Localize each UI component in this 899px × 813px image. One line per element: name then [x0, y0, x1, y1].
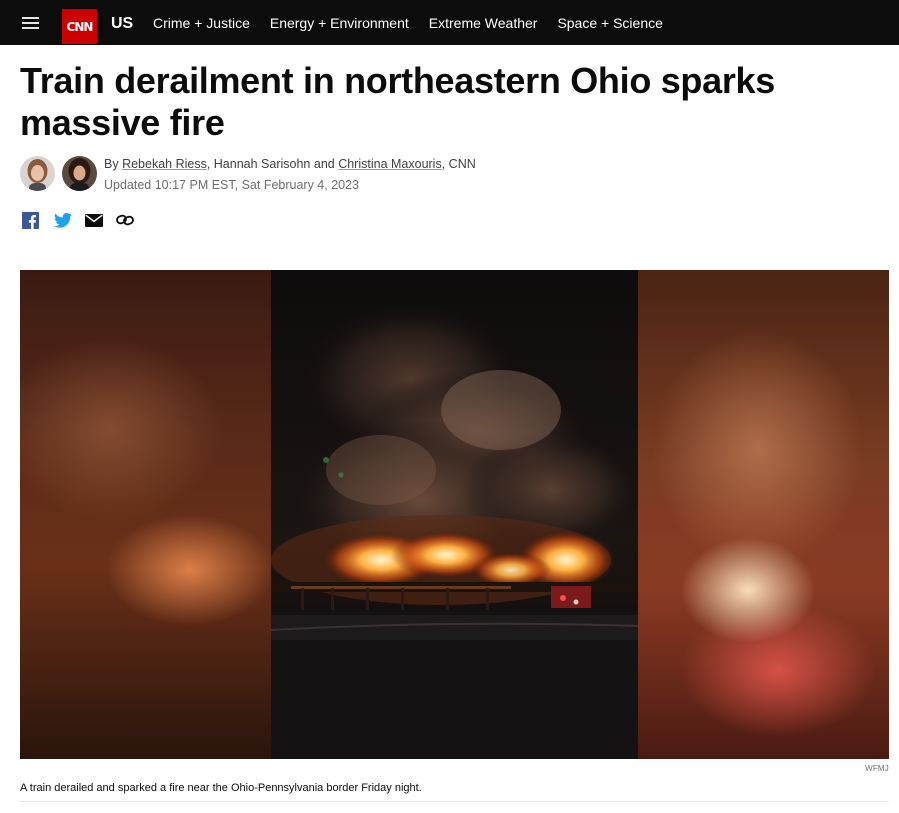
email-icon[interactable] [84, 211, 103, 229]
caption-divider [20, 801, 889, 802]
byline-prefix: By [104, 157, 123, 171]
derailment-fire-photo[interactable] [271, 270, 638, 759]
nav-item-extreme-weather[interactable]: Extreme Weather [429, 15, 538, 31]
nav-item-crime-justice[interactable]: Crime + Justice [153, 15, 250, 31]
blurred-backdrop-right [638, 270, 889, 759]
image-credit: WFMJ [865, 764, 889, 773]
author-avatar-christina-maxouris[interactable] [62, 156, 97, 191]
section-label-us[interactable]: US [111, 15, 133, 33]
link-icon[interactable] [115, 211, 134, 229]
section-nav: Crime + Justice Energy + Environment Ext… [153, 0, 683, 45]
author-avatar-rebekah-riess[interactable] [20, 156, 55, 191]
author-link-rebekah-riess[interactable]: Rebekah Riess [122, 157, 207, 171]
author-name-hannah-sarisohn: Hannah Sarisohn [213, 157, 311, 171]
article-timestamp: Updated 10:17 PM EST, Sat February 4, 20… [104, 178, 360, 192]
facebook-icon[interactable] [21, 211, 39, 229]
article-headline: Train derailment in northeastern Ohio sp… [20, 60, 775, 143]
blurred-backdrop-left [20, 270, 271, 759]
lead-image-container [20, 270, 889, 759]
top-nav-bar: CNN US Crime + Justice Energy + Environm… [0, 0, 899, 45]
byline-separator: , [206, 157, 214, 171]
byline-source: , CNN [441, 157, 476, 171]
twitter-icon[interactable] [53, 211, 72, 229]
image-caption: A train derailed and sparked a fire near… [20, 782, 422, 794]
author-link-christina-maxouris[interactable]: Christina Maxouris [338, 157, 442, 171]
nav-item-space-science[interactable]: Space + Science [557, 15, 662, 31]
hamburger-menu-icon[interactable] [22, 17, 39, 29]
cnn-logo[interactable]: CNN [62, 9, 97, 44]
article-byline: By Rebekah Riess, Hannah Sarisohn and Ch… [104, 157, 476, 171]
nav-item-energy-environment[interactable]: Energy + Environment [270, 15, 409, 31]
byline-separator: and [310, 157, 339, 171]
